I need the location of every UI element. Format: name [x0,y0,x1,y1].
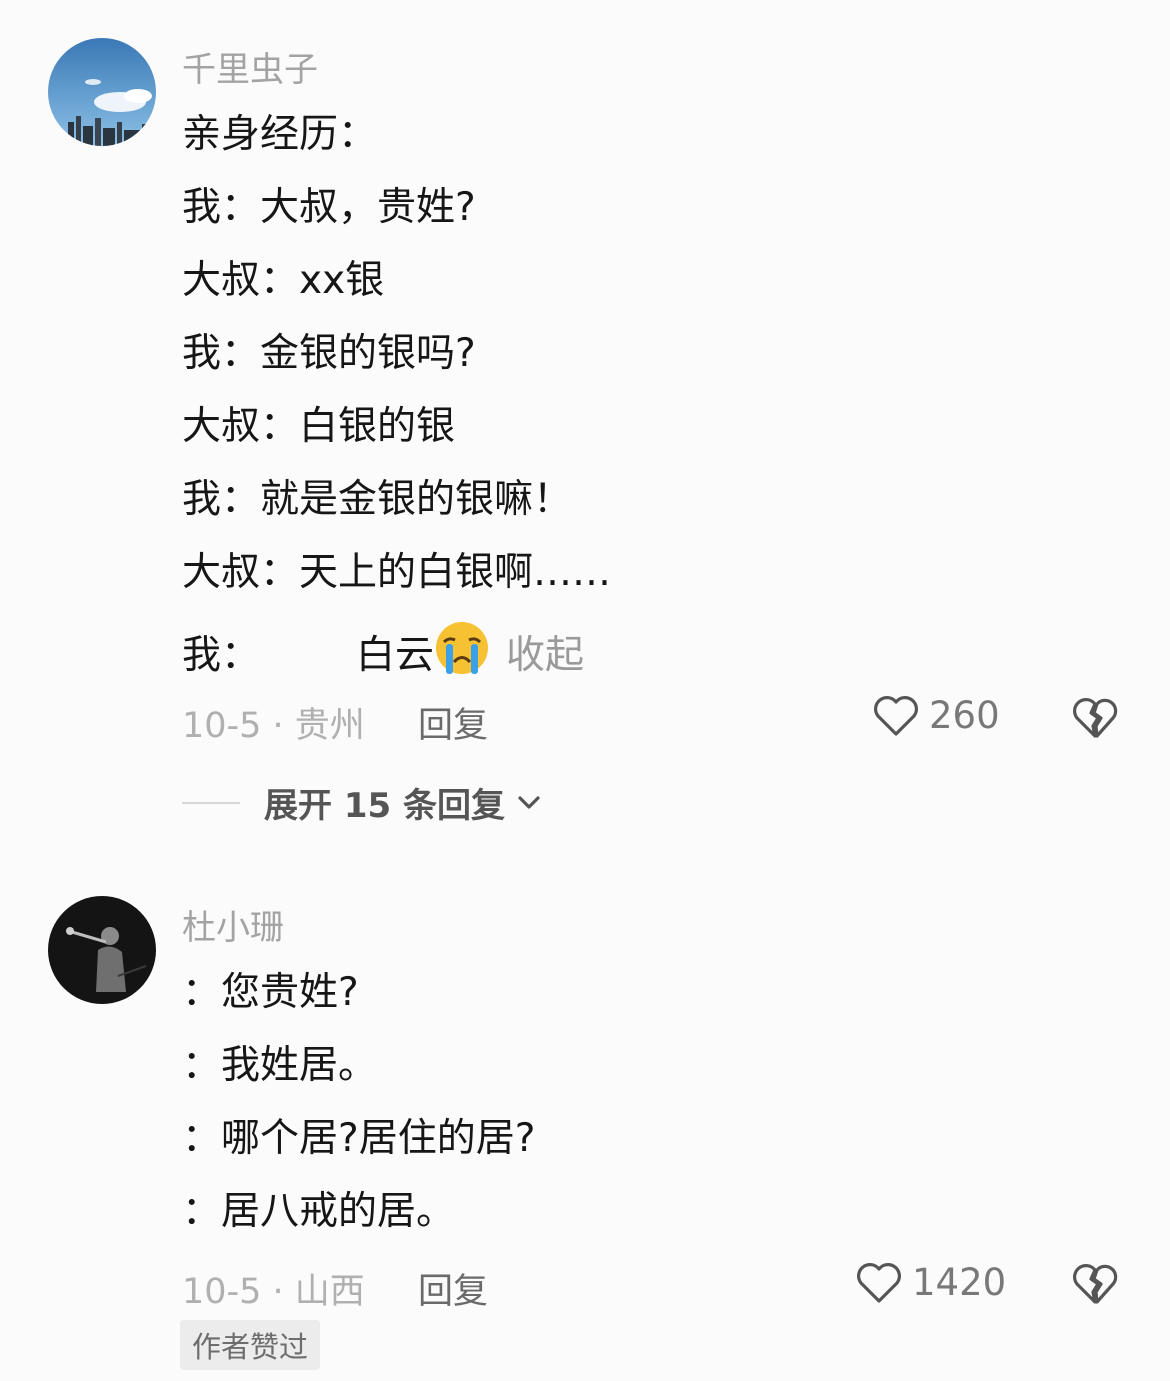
comment-item: 千里虫子 亲身经历： 我：大叔，贵姓? 大叔：xx银 我：金银的银吗? 大叔：白… [0,0,1170,860]
heart-icon [856,1262,902,1304]
comment-line: 大叔：白银的银 [182,404,456,449]
author-liked-badge: 作者赞过 [180,1320,321,1370]
comment-line: ：您贵姓? [182,970,359,1015]
expand-replies-label: 展开 15 条回复 [264,786,505,826]
broken-heart-icon[interactable] [1072,696,1118,740]
like-count: 1420 [912,1261,1007,1304]
comment-line: 我：就是金银的银嘛！ [182,477,573,522]
comment-last-line: 我： 白云 收起 [182,620,584,681]
comment-line: 大叔：xx银 [182,258,385,303]
username[interactable]: 杜小珊 [182,900,284,949]
avatar[interactable] [48,896,156,1004]
comment-line-prefix: 我： [182,633,261,678]
chevron-down-icon [517,795,541,811]
broken-heart-icon[interactable] [1072,1262,1118,1306]
like-button[interactable]: 260 [873,694,1000,737]
reply-button[interactable]: 回复 [418,697,488,748]
comment-line-text: 白云 [356,633,435,678]
comment-line: 我：大叔，贵姓? [182,185,476,230]
sky-cityscape-avatar-icon [48,38,156,146]
avatar[interactable] [48,38,156,146]
comment-line: 大叔：天上的白银啊…… [182,550,612,595]
comment-line: 我：金银的银吗? [182,331,476,376]
expand-replies-button[interactable]: 展开 15 条回复 [182,778,541,827]
comment-line: 亲身经历： [182,112,378,157]
comment-date-location: 10-5 · 山西 [182,1272,365,1312]
like-button[interactable]: 1420 [856,1261,1006,1304]
comment-line: ：哪个居?居住的居? [182,1116,536,1161]
comment-line: ：居八戒的居。 [182,1189,456,1234]
crying-face-emoji-icon [434,620,490,676]
heart-icon [873,695,919,737]
divider [182,801,240,804]
reply-button[interactable]: 回复 [418,1263,488,1314]
like-count: 260 [929,694,1000,737]
comment-line: ：我姓居。 [182,1043,378,1088]
collapse-link[interactable]: 收起 [506,633,584,678]
comment-item: 杜小珊 ：您贵姓? ：我姓居。 ：哪个居?居住的居? ：居八戒的居。 10-5 … [0,860,1170,1381]
dark-musician-avatar-icon [48,896,156,1004]
comment-date-location: 10-5 · 贵州 [182,706,365,746]
username[interactable]: 千里虫子 [182,42,318,91]
